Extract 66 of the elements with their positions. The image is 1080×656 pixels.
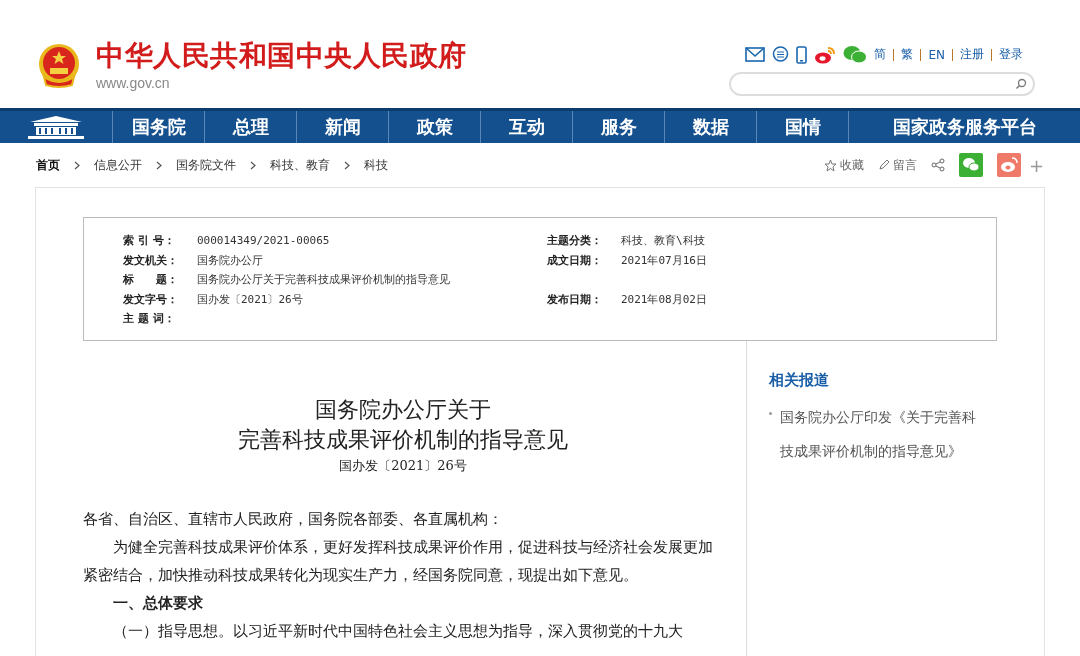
breadcrumb-link[interactable]: 科技、教育 [270,156,330,174]
weibo-share-icon[interactable] [996,153,1021,177]
bullet-icon [769,412,772,415]
chevron-icon [344,160,350,170]
chevron-icon [74,160,80,170]
header-link[interactable]: 繁 [901,46,914,63]
meta-value: 2021年08月02日 [621,291,708,307]
meta-label: 主 题 词： [123,311,176,327]
nav-tab[interactable]: 国情 [756,111,848,143]
nav-tab[interactable]: 数据 [664,111,756,143]
meta-label: 发文机关： [123,252,179,268]
sidebar-title: 相关报道 [769,371,830,390]
breadcrumb-link[interactable]: 科技 [364,156,388,174]
document-number: 国办发〔2021〕26号 [338,457,468,475]
meta-label: 发文字号： [123,291,179,307]
nav-tab[interactable]: 国家政务服务平台 [848,111,1080,143]
header-link[interactable]: EN [928,47,945,62]
meta-value: 000014349/2021-00065 [197,234,331,248]
site-title[interactable]: 中华人民共和国中央人民政府 [96,40,467,72]
meta-label: 标 题： [123,272,179,288]
header-link[interactable]: 注册 [960,46,984,63]
paragraph: 为健全完善科技成果评价体系，更好发挥科技成果评价作用，促进科技与经济社会发展更加紧密结合，加快推动科技成果转化为现实生产力，经国务院同意，现提出如下意见。 [83,537,714,586]
nav-tab[interactable]: 国务院 [112,111,204,143]
phone-icon[interactable] [796,45,808,64]
paragraph: （一）指导思想。以习近平新时代中国特色社会主义思想为指导，深入贯彻党的十九大 [112,621,684,642]
breadcrumb-link[interactable]: 信息公开 [94,156,142,174]
breadcrumb-link[interactable]: 首页 [36,156,60,174]
breadcrumb-link[interactable]: 国务院文件 [176,156,236,174]
chevron-icon [250,160,256,170]
nav-tab[interactable]: 总理 [204,111,296,143]
meta-label: 成文日期： [547,252,603,268]
chat-bubble-icon[interactable] [772,46,790,63]
meta-value: 国务院办公厅关于完善科技成果评价机制的指导意见 [197,272,451,288]
meta-value: 国办发〔2021〕26号 [197,291,304,307]
wechat-share-icon[interactable] [958,153,983,177]
search-field[interactable] [729,72,1035,96]
meta-value: 2021年07月16日 [621,252,708,268]
header-link[interactable]: 登录 [999,46,1023,63]
article-title: 国务院办公厅关于 [314,396,492,424]
search-icon[interactable] [1015,78,1027,90]
weibo-icon[interactable] [814,45,837,64]
related-link[interactable]: 国务院办公厅印发《关于完善科技成果评价机制的指导意见》 [780,400,985,468]
comment-button[interactable]: 留言 [877,156,917,174]
building-icon[interactable] [26,114,86,140]
salutation: 各省、自治区、直辖市人民政府，国务院各部委、各直属机构： [83,509,504,530]
nav-tab[interactable]: 服务 [572,111,664,143]
meta-value: 国务院办公厅 [197,252,264,268]
header-link[interactable]: 简 [874,46,887,63]
national-emblem-icon [36,42,82,89]
chevron-icon [156,160,162,170]
meta-value: 科技、教育\科技 [621,233,706,249]
star-icon [823,158,837,172]
favorite-button[interactable]: 收藏 [823,156,864,174]
meta-label: 主题分类： [547,233,603,249]
meta-label: 索 引 号： [123,233,176,249]
share-icon[interactable] [930,158,945,172]
nav-tab[interactable]: 政策 [388,111,480,143]
site-url[interactable]: www.gov.cn [96,75,467,91]
article-title: 完善科技成果评价机制的指导意见 [237,426,569,454]
section-heading: 一、总体要求 [112,593,204,614]
mail-icon[interactable] [745,47,766,62]
nav-tab[interactable]: 互动 [480,111,572,143]
nav-tab[interactable]: 新闻 [296,111,388,143]
wechat-icon[interactable] [843,45,868,64]
pencil-icon [877,159,890,171]
meta-label: 发布日期： [547,291,603,307]
